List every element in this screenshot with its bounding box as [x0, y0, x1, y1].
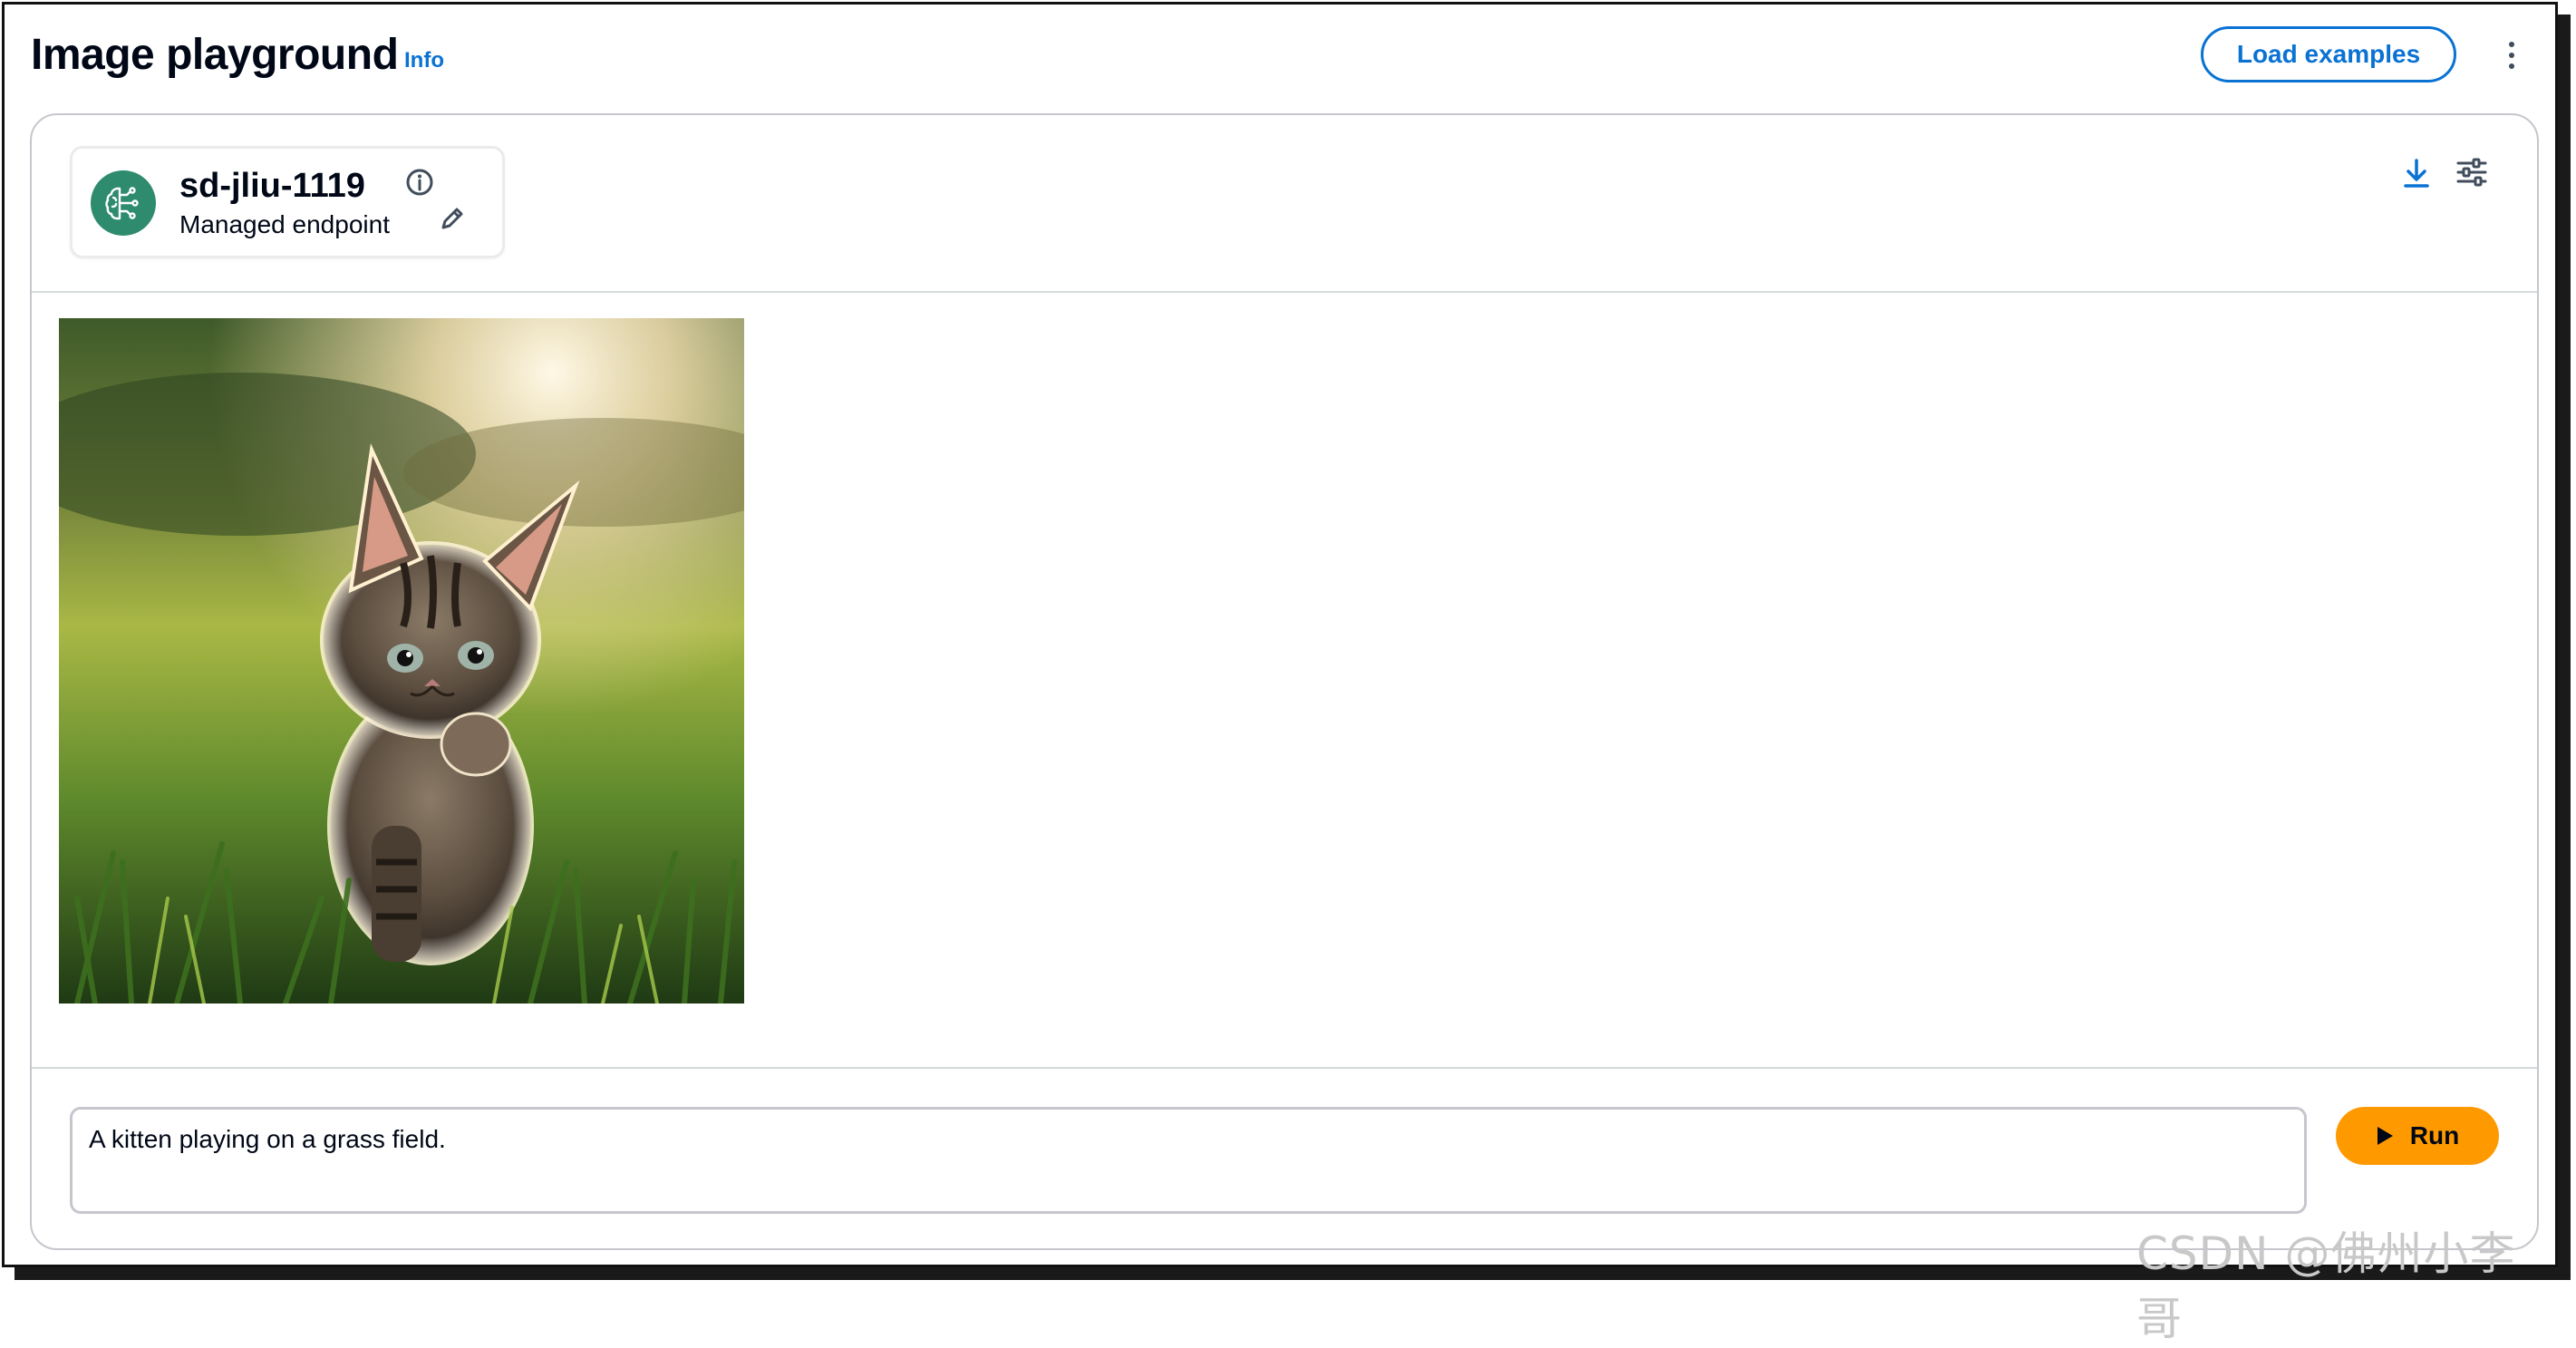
page-title: Image playground	[31, 31, 399, 79]
info-link[interactable]: Info	[404, 46, 444, 75]
model-type: Managed endpoint	[179, 210, 390, 238]
model-card[interactable]: sd-jliu-1119 Managed endpoint	[70, 146, 505, 258]
run-button-label: Run	[2409, 1121, 2460, 1149]
download-icon[interactable]	[2401, 157, 2432, 189]
kebab-dot	[2509, 42, 2514, 47]
info-circle-icon[interactable]	[404, 167, 435, 198]
watermark: CSDN @佛州小李哥	[2136, 1227, 2516, 1345]
sliders-icon[interactable]	[2455, 157, 2488, 188]
run-button[interactable]: Run	[2336, 1107, 2499, 1165]
panel-divider-bottom	[32, 1067, 2537, 1069]
more-vertical-icon[interactable]	[2499, 37, 2524, 73]
kebab-dot	[2509, 53, 2514, 58]
brain-circuit-icon	[91, 170, 156, 236]
playground-panel: sd-jliu-1119 Managed endpoint A kitten p…	[30, 113, 2539, 1250]
model-name: sd-jliu-1119	[179, 167, 365, 205]
pencil-icon[interactable]	[437, 203, 468, 234]
generated-image[interactable]	[59, 318, 744, 1004]
kebab-dot	[2509, 63, 2514, 69]
play-icon	[2377, 1127, 2393, 1145]
kitten-image	[59, 318, 744, 1004]
panel-divider-top	[32, 291, 2537, 293]
prompt-input[interactable]: A kitten playing on a grass field.	[70, 1107, 2307, 1214]
load-examples-button[interactable]: Load examples	[2201, 26, 2456, 82]
screenshot-frame: Image playground Info Load examples sd-j…	[2, 2, 2558, 1345]
